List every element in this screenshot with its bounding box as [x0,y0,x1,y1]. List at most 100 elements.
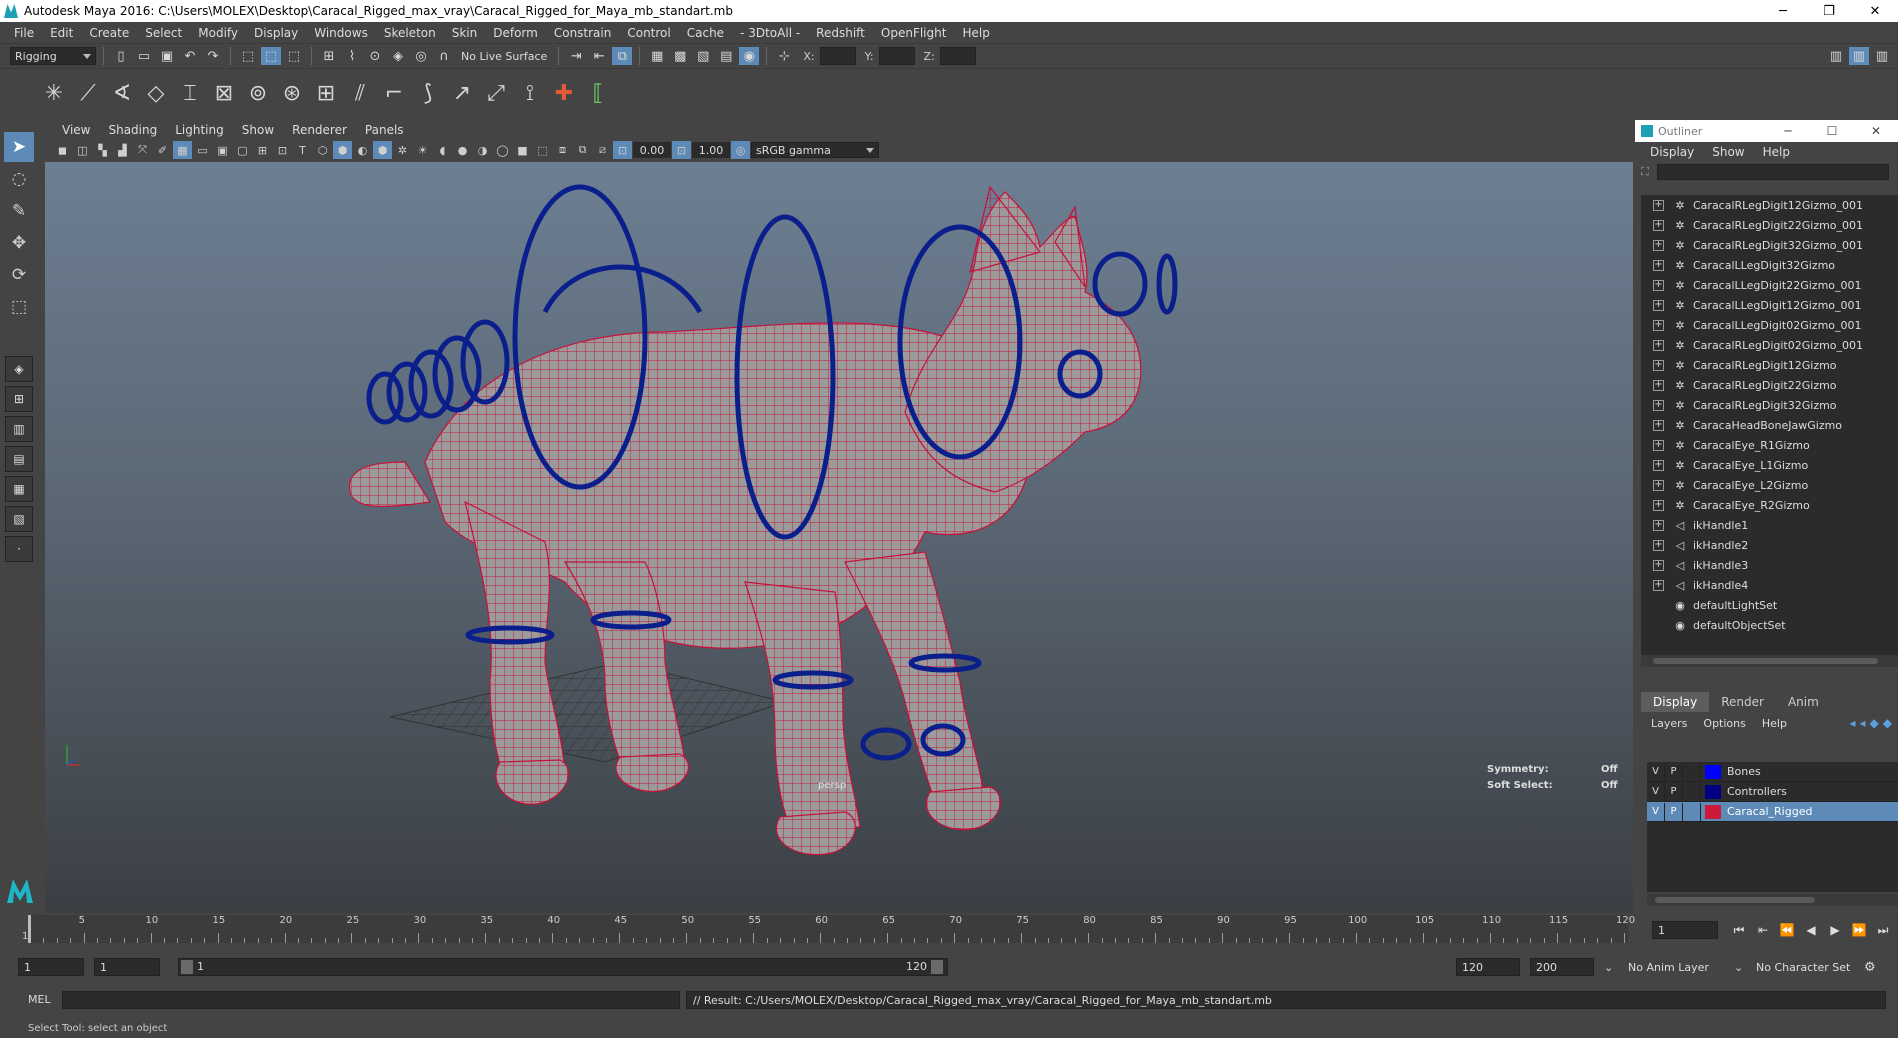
lattice-icon[interactable]: ⊚ [244,80,272,108]
layer-tab-render[interactable]: Render [1709,692,1776,712]
animation-start-field[interactable]: 1 [18,958,84,976]
layer-list[interactable]: V P Bones V P Controllers V P Caracal_Rigged [1647,762,1898,892]
expand-plus-icon[interactable]: + [1653,419,1664,431]
field-chart-icon[interactable]: ⊞ [253,141,272,159]
hypershade-icon[interactable]: ◉ [739,47,760,65]
expand-plus-icon[interactable]: + [1653,519,1664,531]
snap-curve-icon[interactable]: ⌇ [342,47,362,65]
controller-curve[interactable] [1156,253,1178,315]
menu-control[interactable]: Control [619,26,678,40]
menu-cache[interactable]: Cache [679,26,732,40]
paint-select-icon[interactable]: ✎ [4,196,34,226]
layer-display-type-toggle[interactable] [1683,782,1701,801]
controller-curve[interactable] [542,264,703,314]
expand-plus-icon[interactable]: + [1653,499,1664,511]
controller-curve[interactable] [860,727,912,761]
new-layer-from-selection-icon[interactable]: ◆ [1883,716,1892,730]
exposure-field[interactable]: 0.00 [633,142,671,158]
menu-redshift[interactable]: Redshift [808,26,873,40]
outliner-minimize-button[interactable]: ─ [1766,120,1810,142]
output-ops-icon[interactable]: ⇤ [589,47,609,65]
grid-toggle-icon[interactable]: ▦ [173,141,192,159]
layer-playback-toggle[interactable]: P [1665,782,1683,801]
caracal-body-part[interactable] [775,811,856,856]
playback-end-field[interactable]: 120 [1456,958,1520,976]
caracal-body-part[interactable] [925,786,1001,831]
outliner-item[interactable]: + ✲ CaracalEye_L1Gizmo [1641,455,1898,475]
select-tool-icon[interactable]: ➤ [4,132,34,162]
minimize-button[interactable]: ─ [1760,0,1806,22]
expand-plus-icon[interactable]: + [1653,239,1664,251]
render-settings-icon[interactable]: ▤ [716,47,736,65]
layer-horizontal-scrollbar[interactable] [1647,894,1898,906]
outliner-item[interactable]: + ✲ CaracalLLegDigit02Gizmo_001 [1641,315,1898,335]
playback-start-field[interactable]: 1 [94,958,160,976]
script-language-label[interactable]: MEL [28,993,51,1006]
xray-joints-icon[interactable]: ⧉ [573,141,592,159]
time-cursor[interactable] [28,915,31,943]
menu-select[interactable]: Select [137,26,190,40]
blend-shape-icon[interactable]: ⊞ [312,80,340,108]
outliner-horizontal-scrollbar[interactable] [1641,655,1898,667]
scale-tool-icon[interactable]: ⬚ [4,292,34,322]
outliner-item[interactable]: ◉ defaultLightSet [1641,595,1898,615]
redo-icon[interactable]: ↷ [203,47,223,65]
layer-visibility-toggle[interactable]: V [1647,762,1665,781]
transform-mode-icon[interactable]: ⊹ [774,47,794,65]
render-view-icon[interactable]: ▦ [647,47,667,65]
layer-menu-options[interactable]: Options [1695,717,1753,730]
expand-plus-icon[interactable]: + [1653,359,1664,371]
locator-icon[interactable]: ⌶ [176,80,204,108]
shadows-icon[interactable]: ◖ [433,141,452,159]
mirror-skin-icon[interactable]: ⟦ [584,80,612,108]
outliner-menu-help[interactable]: Help [1754,145,1799,159]
pole-vector-icon[interactable]: ⟟ [516,80,544,108]
new-layer-icon[interactable]: ◆ [1870,716,1879,730]
outliner-item[interactable]: + ✲ CaracalRLegDigit32Gizmo_001 [1641,235,1898,255]
outliner-item[interactable]: + ✲ CaracalRLegDigit02Gizmo_001 [1641,335,1898,355]
four-view-layout-icon[interactable]: ⊞ [5,386,33,412]
expand-plus-icon[interactable]: + [1653,539,1664,551]
z-field[interactable] [939,47,976,65]
character-set-label[interactable]: No Character Set [1756,958,1850,976]
layer-tab-anim[interactable]: Anim [1776,692,1831,712]
hypershade-layout-icon[interactable]: ▧ [5,506,33,532]
persp-graph-layout-icon[interactable]: ▤ [5,446,33,472]
outliner-item[interactable]: + ✲ CaracalRLegDigit32Gizmo [1641,395,1898,415]
viewport-menu-lighting[interactable]: Lighting [166,123,233,137]
expand-plus-icon[interactable]: + [1653,199,1664,211]
textured-icon[interactable]: ✲ [393,141,412,159]
cluster-icon[interactable]: ⊠ [210,80,238,108]
expand-plus-icon[interactable]: + [1653,559,1664,571]
close-button[interactable]: ✕ [1852,0,1898,22]
ambient-occlusion-icon[interactable]: ● [453,141,472,159]
layer-display-type-toggle[interactable] [1683,762,1701,781]
y-field[interactable] [878,47,915,65]
menu-create[interactable]: Create [81,26,137,40]
bind-skin-icon[interactable]: ⫽ [346,80,374,108]
image-plane-icon[interactable]: ▟ [113,141,132,159]
layer-menu-help[interactable]: Help [1754,717,1795,730]
color-management-icon[interactable]: ◎ [731,141,750,159]
outliner-menu-show[interactable]: Show [1703,145,1753,159]
bookmark-icon[interactable]: ▚ [93,141,112,159]
move-layer-up-icon[interactable]: ◂ [1849,716,1855,730]
controller-curve[interactable] [1092,251,1148,317]
snap-live-icon[interactable]: ◎ [411,47,431,65]
outliner-item[interactable]: + ✲ CaracalLLegDigit22Gizmo_001 [1641,275,1898,295]
layer-menu-layers[interactable]: Layers [1643,717,1695,730]
animation-end-field[interactable]: 200 [1530,958,1594,976]
expand-plus-icon[interactable]: + [1653,319,1664,331]
menuset-dropdown[interactable]: Rigging [10,47,96,65]
menu-skin[interactable]: Skin [444,26,486,40]
joint-tool-icon[interactable]: ✳ [40,80,68,108]
exposure-icon[interactable]: ⊡ [613,141,632,159]
outliner-search-input[interactable] [1656,164,1889,180]
move-tool-icon[interactable]: ✥ [4,228,34,258]
expand-plus-icon[interactable]: + [1653,439,1664,451]
outliner-item[interactable]: + ◁ ikHandle1 [1641,515,1898,535]
render-frame-icon[interactable]: ▩ [670,47,690,65]
command-input[interactable] [62,991,680,1009]
layer-row[interactable]: V P Controllers [1647,782,1898,802]
single-perspective-layout-icon[interactable]: ◈ [5,356,33,382]
